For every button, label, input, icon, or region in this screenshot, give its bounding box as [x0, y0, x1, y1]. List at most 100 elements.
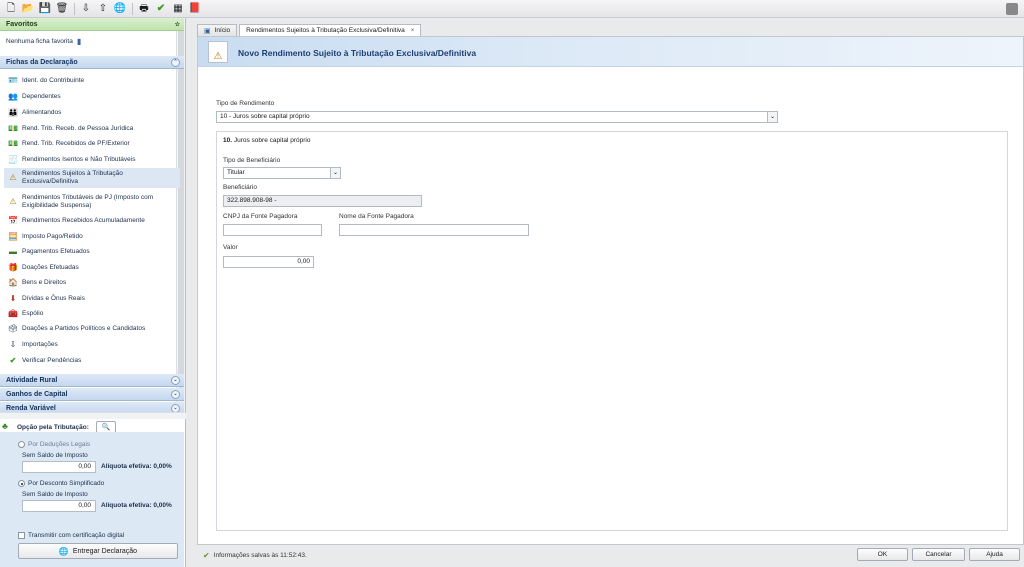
valor-label: Valor — [223, 244, 238, 251]
rendimento-detail-panel: 10. Juros sobre capital próprio Tipo de … — [216, 131, 1008, 531]
calendar-icon: 📅 — [8, 215, 18, 225]
ok-button[interactable]: OK — [857, 548, 908, 561]
sidebar-item-rend-pf[interactable]: 💵 Rend. Trib. Recebidos de PF/Exterior — [8, 138, 178, 148]
sidebar-item-rend-pj[interactable]: 💵 Rend. Trib. Receb. de Pessoa Jurídica — [8, 123, 178, 133]
book-icon[interactable]: 📕 — [188, 2, 202, 16]
beneficiario-label: Beneficiário — [223, 184, 257, 191]
house-icon: 🏠 — [8, 277, 18, 287]
section-ganhos-capital[interactable]: Ganhos de Capital ⌄ — [0, 388, 184, 401]
sidebar-item-espolio[interactable]: 🧰 Espólio — [8, 308, 178, 318]
sidebar-item-ident[interactable]: 🪪 Ident. do Contribuinte — [8, 75, 178, 85]
sidebar-item-pagamentos[interactable]: ▬ Pagamentos Efetuados — [8, 246, 178, 256]
section-atividade-rural[interactable]: Atividade Rural ⌄ — [0, 374, 184, 387]
bookmark-icon: ▮ — [76, 37, 82, 46]
tax-icon: 🧮 — [8, 231, 18, 241]
simplificado-rate: Alíquota efetiva: 0,00% — [101, 502, 172, 509]
verify-icon[interactable]: ✔ — [154, 2, 168, 16]
close-icon[interactable]: × — [411, 28, 415, 34]
sidebar-item-dividas[interactable]: ⬇ Dívidas e Ônus Reais — [8, 293, 178, 303]
sidebar-item-acumuladamente[interactable]: 📅 Rendimentos Recebidos Acumuladamente — [8, 215, 178, 225]
valor-input[interactable]: 0,00 — [223, 256, 314, 268]
sidebar-item-imposto-pago[interactable]: 🧮 Imposto Pago/Retido — [8, 231, 178, 241]
sidebar-item-partidos[interactable]: 🗳 Doações a Partidos Políticos e Candidat… — [8, 323, 178, 333]
expand-icon[interactable]: ⌄ — [171, 389, 180, 399]
main-panel: ⚠ Novo Rendimento Sujeito à Tributação E… — [197, 36, 1024, 545]
search-icon: 🔍 — [101, 424, 111, 431]
favorites-header[interactable]: Favoritos ☆ — [0, 18, 184, 31]
favorites-empty: Nenhuma ficha favorita ▮ — [6, 37, 82, 46]
checkmark-icon: ✔ — [9, 355, 17, 365]
arrow-down-icon: ⬇ — [9, 293, 17, 303]
deducoes-sub: Sem Saldo de Imposto — [22, 452, 88, 459]
print-icon[interactable]: 🖶 — [137, 2, 151, 16]
calculator-icon[interactable]: ▦ — [171, 2, 185, 16]
tax-option-title: Opção pela Tributação: — [17, 424, 89, 431]
chevron-down-icon[interactable]: ⌄ — [767, 112, 777, 122]
tipo-beneficiario-select[interactable]: Titular ⌄ — [223, 167, 341, 179]
cancel-button[interactable]: Cancelar — [912, 548, 965, 561]
payment-icon: ▬ — [9, 246, 17, 256]
id-card-icon: 🪪 — [8, 75, 18, 85]
toolbar-separator — [74, 2, 75, 15]
certificacao-label: Transmitir com certificação digital — [28, 532, 125, 539]
export-icon[interactable]: ⇧ — [96, 2, 110, 16]
tax-option-icon: ♣ — [2, 421, 8, 431]
sidebar-item-alimentandos[interactable]: 👪 Alimentandos — [8, 107, 178, 117]
section-heading: 10. Juros sobre capital próprio — [223, 137, 311, 144]
nome-fonte-input[interactable] — [339, 224, 529, 236]
sidebar-item-pendencias[interactable]: ✔ Verificar Pendências — [8, 355, 178, 365]
entregar-declaracao-button[interactable]: 🌐 Entregar Declaração — [18, 543, 178, 559]
exit-icon[interactable] — [1006, 3, 1018, 15]
tipo-rendimento-select[interactable]: 10 - Juros sobre capital próprio ⌄ — [216, 111, 778, 123]
sidebar-item-exigibilidade[interactable]: ⚠ Rendimentos Tributáveis de PJ (Imposto … — [8, 193, 178, 211]
globe-icon[interactable]: 🌐 — [113, 2, 127, 16]
money-icon: 💵 — [8, 138, 18, 148]
radio-desconto-simplificado[interactable] — [18, 480, 25, 487]
cnpj-input[interactable] — [223, 224, 322, 236]
tab-rendimentos-exclusiva[interactable]: Rendimentos Sujeitos à Tributação Exclus… — [239, 24, 422, 36]
money-icon: 💵 — [8, 123, 18, 133]
star-icon[interactable]: ☆ — [175, 21, 180, 28]
document-icon: 🧾 — [8, 154, 18, 164]
warning-document-icon: ⚠ — [9, 173, 17, 182]
collapse-icon[interactable]: ⌃ — [171, 57, 180, 67]
sidebar-item-bens[interactable]: 🏠 Bens e Direitos — [8, 277, 178, 287]
warning-document-icon: ⚠ — [208, 41, 228, 63]
radio-deducoes-legais[interactable] — [18, 441, 25, 448]
expand-icon[interactable]: ⌄ — [171, 375, 180, 385]
beneficiario-field: 322.898.908-98 - — [223, 195, 422, 207]
simplificado-label: Por Desconto Simplificado — [28, 480, 105, 487]
tab-inicio[interactable]: ▣ Início — [197, 24, 238, 36]
save-icon[interactable]: 💾 — [38, 2, 52, 16]
money-warning-icon: ⚠ — [9, 197, 17, 206]
help-button[interactable]: Ajuda — [969, 548, 1020, 561]
sidebar-item-exclusiva[interactable]: ⚠ Rendimentos Sujeitos à Tributação Exclu… — [4, 168, 180, 188]
people-icon: 👥 — [8, 91, 18, 101]
fichas-header[interactable]: Fichas da Declaração ⌃ — [0, 56, 184, 69]
sidebar-item-dependentes[interactable]: 👥 Dependentes — [8, 91, 178, 101]
import-icon: ⇩ — [9, 339, 17, 349]
open-folder-icon[interactable]: 📂 — [21, 2, 35, 16]
ballot-icon: 🗳 — [7, 323, 19, 333]
sidebar-item-importacoes[interactable]: ⇩ Importações — [8, 339, 178, 349]
sidebar-item-isentos[interactable]: 🧾 Rendimentos Isentos e Não Tributáveis — [8, 154, 178, 164]
toolbar-separator — [132, 2, 133, 15]
tipo-beneficiario-label: Tipo de Beneficiário — [223, 157, 281, 164]
chevron-down-icon[interactable]: ⌄ — [330, 168, 340, 178]
status-bar: ✔ Informações salvas às 11:52:43. — [203, 551, 307, 560]
cnpj-label: CNPJ da Fonte Pagadora — [223, 213, 298, 220]
send-icon: 🌐 — [58, 546, 69, 556]
home-icon: ▣ — [204, 27, 211, 35]
sidebar-item-doacoes[interactable]: 🎁 Doações Efetuadas — [8, 262, 178, 272]
import-icon[interactable]: ⇩ — [79, 2, 93, 16]
nome-fonte-label: Nome da Fonte Pagadora — [339, 213, 414, 220]
gift-icon: 🎁 — [8, 262, 18, 272]
new-document-icon[interactable]: 🗋 — [4, 2, 18, 16]
tipo-rendimento-label: Tipo de Rendimento — [216, 100, 275, 107]
checkbox-certificacao[interactable] — [18, 532, 25, 539]
toolbar: 🗋 📂 💾 🗑 ⇩ ⇧ 🌐 🖶 ✔ ▦ 📕 — [0, 0, 1024, 18]
delete-icon[interactable]: 🗑 — [55, 2, 69, 16]
deducoes-value: 0,00 — [22, 461, 96, 473]
sidebar-horizontal-scrollbar[interactable] — [0, 412, 186, 419]
page-title: Novo Rendimento Sujeito à Tributação Exc… — [238, 48, 477, 58]
